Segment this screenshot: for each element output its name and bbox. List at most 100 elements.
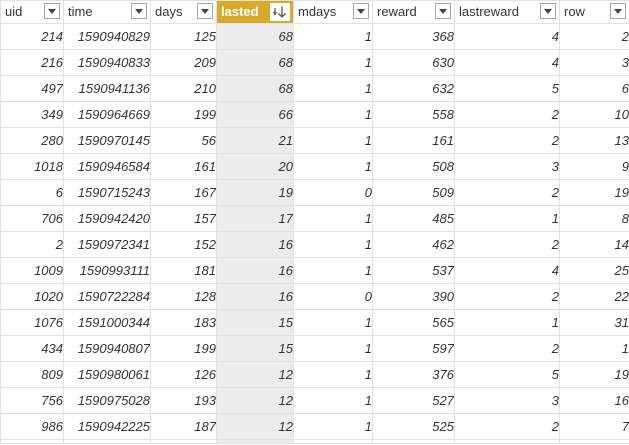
cell-days[interactable]: 157 [150, 205, 217, 232]
cell-lasted[interactable]: 68 [216, 75, 294, 102]
table-row[interactable]: 756 1590975028 193 12 1 527 3 16 [0, 387, 629, 414]
cell-lasted[interactable]: 16 [216, 231, 294, 258]
cell-row[interactable]: 2 [559, 23, 629, 50]
table-row[interactable]: 434 1590940807 199 15 1 597 2 1 [0, 335, 629, 362]
cell-reward[interactable]: 462 [372, 231, 455, 258]
cell-lastreward[interactable]: 2 [454, 127, 560, 154]
cell-days[interactable]: 209 [150, 49, 217, 76]
cell-lastreward[interactable]: 2 [454, 413, 560, 440]
table-row[interactable]: 2 1590972341 152 16 1 462 2 14 [0, 231, 629, 258]
cell-mdays[interactable]: 1 [293, 49, 373, 76]
table-row[interactable]: 214 1590940829 125 68 1 368 4 2 [0, 23, 629, 50]
cell-row[interactable]: 9 [559, 153, 629, 180]
cell-uid[interactable]: 1020 [0, 283, 64, 310]
cell-lastreward[interactable]: 4 [454, 49, 560, 76]
cell-mdays[interactable]: 0 [293, 179, 373, 206]
cell-lastreward[interactable]: 3 [454, 153, 560, 180]
cell-lastreward[interactable]: 2 [454, 335, 560, 362]
cell-lastreward[interactable]: 3 [454, 387, 560, 414]
cell-uid[interactable]: 2 [0, 231, 64, 258]
cell-time[interactable]: 1590942225 [63, 413, 151, 440]
cell-uid[interactable]: 756 [0, 387, 64, 414]
cell-reward[interactable]: 161 [372, 127, 455, 154]
cell-time[interactable]: 1590946584 [63, 153, 151, 180]
cell-mdays[interactable]: 1 [293, 75, 373, 102]
cell-days[interactable]: 210 [150, 75, 217, 102]
cell-time[interactable]: 1590980061 [63, 361, 151, 388]
cell-mdays[interactable]: 1 [293, 335, 373, 362]
cell-row[interactable]: 16 [559, 387, 629, 414]
cell-reward[interactable]: 525 [372, 413, 455, 440]
cell-lastreward[interactable]: 5 [454, 361, 560, 388]
cell-row[interactable]: 3 [559, 49, 629, 76]
cell-row[interactable]: 10 [559, 101, 629, 128]
cell-lastreward[interactable]: 2 [454, 283, 560, 310]
cell-row[interactable]: 7 [559, 413, 629, 440]
cell-uid[interactable]: 706 [0, 205, 64, 232]
cell-row[interactable]: 19 [559, 179, 629, 206]
table-row[interactable]: 986 1590942225 187 12 1 525 2 7 [0, 413, 629, 440]
cell-row[interactable]: 25 [559, 257, 629, 284]
cell-lasted[interactable]: 12 [216, 361, 294, 388]
cell-row[interactable]: 1 [559, 335, 629, 362]
cell-lastreward[interactable]: 4 [454, 257, 560, 284]
cell-days[interactable]: 161 [150, 153, 217, 180]
table-row[interactable]: 497 1590941136 210 68 1 632 5 6 [0, 75, 629, 102]
column-header-uid[interactable]: uid [0, 0, 64, 24]
filter-dropdown-icon[interactable] [435, 3, 451, 19]
cell-lasted[interactable]: 19 [216, 179, 294, 206]
cell-days[interactable]: 152 [150, 231, 217, 258]
filter-dropdown-icon[interactable] [197, 3, 213, 19]
cell-row[interactable]: 22 [559, 283, 629, 310]
cell-lasted[interactable]: 16 [216, 283, 294, 310]
cell-mdays[interactable]: 1 [293, 361, 373, 388]
cell-mdays[interactable]: 1 [293, 257, 373, 284]
cell-reward[interactable]: 632 [372, 75, 455, 102]
cell-days[interactable]: 183 [150, 309, 217, 336]
cell-time[interactable]: 1590722284 [63, 283, 151, 310]
cell-uid[interactable]: 1076 [0, 309, 64, 336]
sort-descending-icon[interactable] [270, 3, 290, 21]
cell-row[interactable]: 19 [559, 361, 629, 388]
cell-time[interactable]: 1590972341 [63, 231, 151, 258]
column-header-lastreward[interactable]: lastreward [454, 0, 560, 24]
cell-mdays[interactable]: 1 [293, 231, 373, 258]
cell-time[interactable]: 1590715243 [63, 179, 151, 206]
cell-days[interactable]: 125 [150, 23, 217, 50]
filter-dropdown-icon[interactable] [131, 3, 147, 19]
cell-reward[interactable]: 597 [372, 335, 455, 362]
table-row[interactable]: 1020 1590722284 128 16 0 390 2 22 [0, 283, 629, 310]
column-header-lasted[interactable]: lasted [216, 0, 294, 24]
cell-mdays[interactable]: 1 [293, 127, 373, 154]
table-row[interactable]: 1009 1590993111 181 16 1 537 4 25 [0, 257, 629, 284]
cell-mdays[interactable]: 1 [293, 153, 373, 180]
cell-uid[interactable]: 216 [0, 49, 64, 76]
cell-time[interactable]: 1590940807 [63, 335, 151, 362]
cell-lasted[interactable]: 16 [216, 257, 294, 284]
cell-reward[interactable]: 368 [372, 23, 455, 50]
cell-row[interactable]: 6 [559, 75, 629, 102]
cell-lasted[interactable]: 15 [216, 335, 294, 362]
cell-mdays[interactable]: 0 [293, 283, 373, 310]
cell-lastreward[interactable]: 5 [454, 75, 560, 102]
cell-lastreward[interactable]: 4 [454, 23, 560, 50]
cell-days[interactable]: 181 [150, 257, 217, 284]
cell-reward[interactable]: 630 [372, 49, 455, 76]
cell-days[interactable]: 126 [150, 361, 217, 388]
cell-days[interactable]: 128 [150, 283, 217, 310]
cell-row[interactable]: 14 [559, 231, 629, 258]
cell-uid[interactable]: 280 [0, 127, 64, 154]
cell-days[interactable]: 56 [150, 127, 217, 154]
cell-uid[interactable]: 986 [0, 413, 64, 440]
filter-dropdown-icon[interactable] [353, 3, 369, 19]
cell-lastreward[interactable]: 2 [454, 179, 560, 206]
cell-reward[interactable]: 376 [372, 361, 455, 388]
table-row[interactable]: 706 1590942420 157 17 1 485 1 8 [0, 205, 629, 232]
column-header-mdays[interactable]: mdays [293, 0, 373, 24]
cell-mdays[interactable]: 1 [293, 309, 373, 336]
cell-days[interactable]: 167 [150, 179, 217, 206]
cell-time[interactable]: 1590975028 [63, 387, 151, 414]
cell-reward[interactable]: 565 [372, 309, 455, 336]
cell-lastreward[interactable]: 2 [454, 231, 560, 258]
cell-lasted[interactable]: 17 [216, 205, 294, 232]
